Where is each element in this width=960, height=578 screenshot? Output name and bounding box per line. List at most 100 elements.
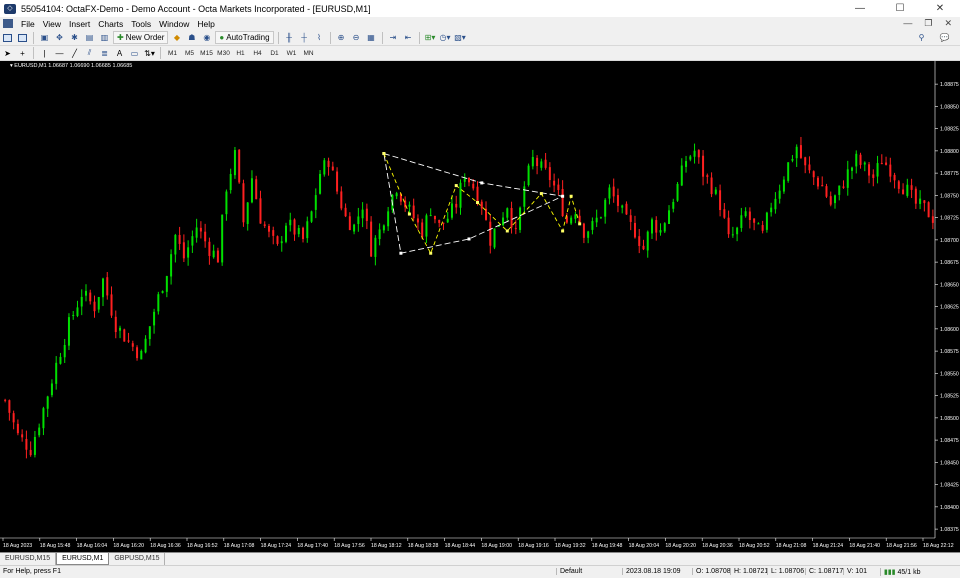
equidistant-channel-button[interactable]: ⫽ (83, 47, 96, 60)
candle-body (842, 186, 845, 188)
candle-body (361, 209, 364, 219)
timeframe-m30[interactable]: M30 (216, 47, 231, 60)
timeframe-m1[interactable]: M1 (165, 47, 180, 60)
child-minimize-button[interactable]: — (903, 18, 912, 29)
tab-gbpusd-m15[interactable]: GBPUSD,M15 (109, 553, 166, 565)
timeframe-m5[interactable]: M5 (182, 47, 197, 60)
timeframe-m15[interactable]: M15 (199, 47, 214, 60)
candle-body (67, 317, 70, 346)
candle-body (365, 208, 368, 221)
candlestick-button[interactable]: ┼ (298, 31, 311, 44)
chart-window[interactable]: 1.08875 1.08850 1.08825 1.08800 1.08775 1.087… (0, 61, 960, 552)
text-button[interactable]: A (113, 47, 126, 60)
candle-body (506, 208, 509, 218)
timeframe-w1[interactable]: W1 (284, 47, 299, 60)
menu-insert[interactable]: Insert (65, 19, 94, 29)
candle-body (863, 162, 866, 165)
candle-body (702, 155, 705, 177)
menu-file[interactable]: File (17, 19, 39, 29)
menu-tools[interactable]: Tools (127, 19, 155, 29)
timeframe-h4[interactable]: H4 (250, 47, 265, 60)
chart-shift-button[interactable]: ⇤ (402, 31, 415, 44)
strategy-tester-button[interactable]: ▥ (98, 31, 111, 44)
navigator-button[interactable]: ✱ (68, 31, 81, 44)
autotrading-button[interactable]: ● AutoTrading (215, 31, 274, 44)
search-icon[interactable]: ⚲ (915, 31, 928, 44)
zoom-out-button[interactable]: ⊖ (350, 31, 363, 44)
menu-view[interactable]: View (39, 19, 65, 29)
candle-body (59, 356, 62, 364)
candle-body (165, 276, 168, 292)
time-tick-label: 18 Aug 2023 (3, 543, 32, 549)
new-chart-button[interactable] (1, 31, 14, 44)
candle-body (625, 203, 628, 215)
status-connection: ▮▮▮ 45/1 kb (880, 568, 920, 576)
trendline-button[interactable]: ╱ (68, 47, 81, 60)
chat-icon[interactable]: 💬 (938, 31, 951, 44)
tab-eurusd-m1[interactable]: EURUSD,M1 (56, 553, 110, 565)
cursor-button[interactable]: ➤ (1, 47, 14, 60)
new-order-button[interactable]: ✚ New Order (113, 31, 169, 44)
menu-help[interactable]: Help (193, 19, 218, 29)
candle-body (242, 183, 245, 223)
candle-body (153, 311, 156, 326)
close-button[interactable]: ✕ (920, 0, 960, 17)
candle-body (778, 190, 781, 199)
crosshair-button[interactable]: + (16, 47, 29, 60)
child-restore-button[interactable]: ❐ (924, 18, 932, 29)
menu-charts[interactable]: Charts (94, 19, 127, 29)
candle-body (851, 167, 854, 171)
time-tick-label: 18 Aug 22:12 (923, 543, 954, 549)
minimize-button[interactable]: — (840, 0, 880, 17)
price-tick-label: 1.08400 (940, 505, 959, 511)
profiles-button[interactable] (16, 31, 29, 44)
bar-chart-button[interactable]: ╫ (283, 31, 296, 44)
candle-body (276, 236, 279, 244)
tile-windows-button[interactable]: ▦ (365, 31, 378, 44)
menu-window[interactable]: Window (155, 19, 193, 29)
child-close-button[interactable]: ✕ (944, 18, 952, 29)
terminal-button[interactable]: ▤ (83, 31, 96, 44)
market-button[interactable]: ◉ (200, 31, 213, 44)
market-watch-button[interactable]: ▣ (38, 31, 51, 44)
templates-button[interactable]: ▧▾ (454, 31, 467, 44)
metaeditor-button[interactable]: ◆ (170, 31, 183, 44)
candle-body (655, 220, 658, 233)
vertical-line-button[interactable]: | (38, 47, 51, 60)
price-tick-label: 1.08600 (940, 327, 959, 333)
fibonacci-button[interactable]: ≣ (98, 47, 111, 60)
status-datetime: 2023.08.18 19:09 (622, 568, 681, 575)
candle-body (336, 171, 339, 192)
horizontal-line-button[interactable]: — (53, 47, 66, 60)
text-label-button[interactable]: ▭ (128, 47, 141, 60)
candle-body (540, 161, 543, 168)
candle-body (910, 185, 913, 190)
auto-scroll-button[interactable]: ⇥ (387, 31, 400, 44)
arrows-button[interactable]: ⇅▾ (143, 47, 156, 60)
price-chart[interactable]: 1.08875 1.08850 1.08825 1.08800 1.08775 1.087… (0, 61, 960, 552)
candle-body (225, 191, 228, 215)
zoom-in-button[interactable]: ⊕ (335, 31, 348, 44)
timeframe-d1[interactable]: D1 (267, 47, 282, 60)
timeframe-mn[interactable]: MN (301, 47, 316, 60)
toolbar-right: ⚲ 💬 (914, 31, 960, 44)
window-title: 55054104: OctaFX-Demo - Demo Account - O… (21, 3, 371, 14)
price-tick-label: 1.08450 (940, 460, 959, 466)
toolbar-separator (277, 31, 279, 44)
candle-body (723, 209, 726, 218)
candle-body (191, 236, 194, 246)
maximize-button[interactable]: ☐ (880, 0, 920, 17)
indicators-button[interactable]: ⊞▾ (424, 31, 437, 44)
price-tick-label: 1.08550 (940, 371, 959, 377)
candle-body (187, 247, 190, 258)
candle-body (719, 190, 722, 211)
timeframe-h1[interactable]: H1 (233, 47, 248, 60)
data-window-button[interactable]: ✥ (53, 31, 66, 44)
status-bar: For Help, press F1 Default 2023.08.18 19… (0, 565, 960, 578)
signals-button[interactable]: ☗ (185, 31, 198, 44)
tab-eurusd-m15[interactable]: EURUSD,M15 (0, 553, 57, 565)
line-chart-button[interactable]: ⌇ (313, 31, 326, 44)
periods-button[interactable]: ◷▾ (439, 31, 452, 44)
candle-body (570, 217, 573, 224)
candle-body (480, 201, 483, 209)
